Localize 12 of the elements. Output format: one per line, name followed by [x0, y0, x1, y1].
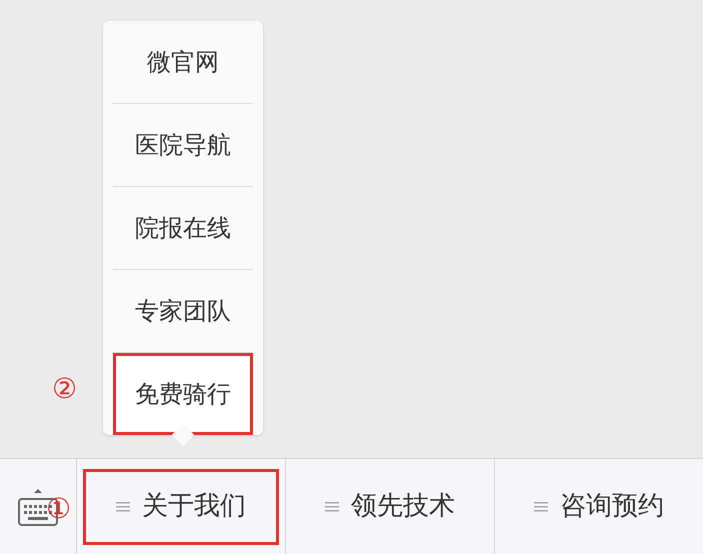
menu-tab[interactable]: 咨询预约 [501, 468, 697, 544]
submenu-item[interactable]: 免费骑行 [113, 353, 253, 435]
menu-tab[interactable]: 关于我们 [83, 468, 279, 544]
submenu-item[interactable]: 专家团队 [113, 270, 253, 352]
menu-tab[interactable]: 领先技术 [292, 468, 488, 544]
submenu-item[interactable]: 微官网 [113, 21, 253, 103]
menu-lines-icon [534, 500, 548, 512]
annotation-number: ② [52, 371, 78, 407]
submenu-item[interactable]: 院报在线 [113, 187, 253, 269]
submenu-item[interactable]: 医院导航 [113, 104, 253, 186]
menu-lines-icon [325, 500, 339, 512]
menu-lines-icon [116, 500, 130, 512]
